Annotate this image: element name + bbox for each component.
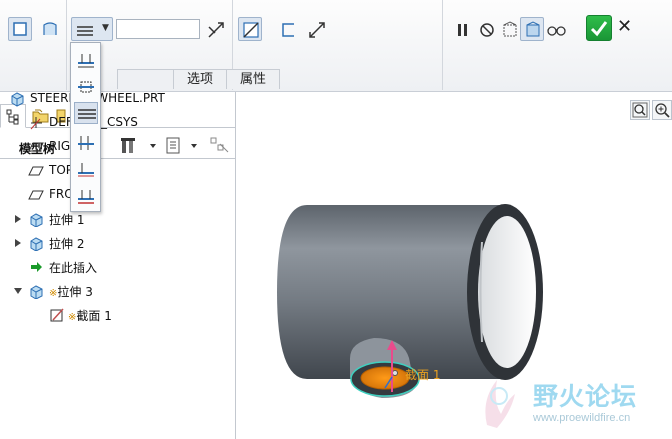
mesh-preview-icon [503, 21, 517, 37]
insert-here-icon [28, 259, 44, 275]
confirm-button[interactable] [586, 15, 612, 41]
dashboard-tabs: 选项 属性 [117, 69, 281, 89]
through-all-icon [78, 109, 96, 119]
thicken-sketch-button[interactable] [276, 17, 300, 41]
extrude-surface-button[interactable] [38, 17, 62, 41]
depth-option-symmetric[interactable] [74, 76, 98, 98]
chevron-down-icon: ▼ [102, 23, 109, 33]
blind-depth-icon [77, 26, 93, 36]
flip-depth-direction-button[interactable] [203, 17, 227, 41]
depth-option-through-all[interactable] [74, 102, 98, 124]
tree-item-text: 拉伸 1 [49, 213, 85, 227]
to-surface-icon [78, 190, 94, 204]
tree-item[interactable]: ※截面 1 [0, 304, 236, 326]
extrude-icon [28, 283, 44, 300]
watermark-text: 野火论坛 [533, 382, 638, 411]
tree-item[interactable]: ※拉伸 3 [0, 280, 236, 302]
depth-option-blind[interactable] [74, 49, 98, 71]
pro-e-window: ▼ ✕ 选项 属性 模型树 RIGHT TOP 拉伸 1 拉伸 2 在此插入 ※… [0, 0, 672, 439]
cancel-icon[interactable]: ✕ [617, 16, 632, 37]
surface-icon [43, 22, 57, 35]
tab-options[interactable]: 选项 [174, 69, 228, 89]
remove-material-icon [243, 22, 259, 38]
verify-preview-button[interactable] [520, 17, 544, 41]
to-next-icon [78, 136, 94, 150]
tree-item[interactable]: 拉伸 2 [0, 232, 236, 254]
cylinder-body [277, 204, 543, 380]
pause-icon [458, 24, 467, 36]
tree-item-label: 拉伸 2 [49, 235, 84, 252]
extrude-icon [28, 235, 44, 252]
no-preview-button[interactable] [474, 17, 498, 41]
csys-icon [28, 115, 44, 131]
flip-material-icon [309, 22, 325, 38]
pause-button[interactable] [450, 17, 474, 41]
sketch-icon [49, 307, 65, 323]
extrude-icon [28, 211, 44, 228]
depth-option-to-surface[interactable] [74, 185, 98, 207]
to-selected-icon [78, 163, 94, 177]
solid-icon [13, 22, 27, 36]
depth-option-selector[interactable]: ▼ [71, 17, 113, 41]
tree-item[interactable]: DEFAULT_CSYS [0, 112, 236, 134]
chevron-down-icon[interactable] [13, 285, 23, 295]
tree-item-label: ※截面 1 [68, 307, 112, 324]
depth-option-to-selected[interactable] [74, 158, 98, 180]
tree-item-text: 截面 1 [76, 309, 112, 323]
checkmark-icon [590, 21, 608, 37]
tab-properties[interactable]: 属性 [227, 69, 281, 89]
glasses-preview-button[interactable] [543, 17, 567, 41]
watermark-url: www.proewildfire.cn [533, 412, 631, 424]
remove-material-button[interactable] [238, 17, 262, 41]
tree-item[interactable]: RIGHT [0, 136, 236, 158]
glasses-icon [547, 26, 566, 36]
no-preview-icon [480, 23, 494, 37]
depth-option-dropdown [70, 42, 101, 212]
chevron-right-icon[interactable] [13, 237, 23, 247]
flip-direction-icon [208, 22, 224, 38]
symmetric-icon [78, 81, 94, 93]
preview-mesh-button[interactable] [497, 17, 521, 41]
tree-item-label: ※拉伸 3 [49, 283, 93, 300]
depth-input[interactable] [116, 19, 200, 39]
extrude-solid-button[interactable] [8, 17, 32, 41]
datum-plane-icon [28, 163, 44, 179]
navigator-panel: 模型树 STEERING_WHEEL.PRTDEFAULT_CSYSRIGHTT… [0, 91, 236, 439]
datum-plane-icon [28, 187, 44, 203]
graphics-window: 截面 1 野火论坛 www.proewildfire.cn [237, 92, 672, 439]
chevron-right-icon[interactable] [13, 213, 23, 223]
tree-item[interactable]: STEERING_WHEEL.PRT [0, 88, 236, 110]
tree-item[interactable]: 在此插入 [0, 256, 236, 278]
tree-item-label: 在此插入 [49, 259, 97, 276]
thicken-icon [282, 23, 294, 37]
part-icon [9, 91, 25, 107]
tree-item[interactable]: FRONT [0, 184, 236, 206]
blind-icon [78, 54, 94, 68]
watermark-logo-icon [485, 380, 515, 428]
tree-item[interactable]: TOP [0, 160, 236, 182]
section-label[interactable]: 截面 1 [405, 366, 440, 383]
depth-option-to-next[interactable] [74, 132, 98, 154]
datum-plane-icon [28, 139, 44, 155]
tree-item-text: 在此插入 [49, 261, 98, 275]
flip-material-side-button[interactable] [304, 17, 328, 41]
tab-placement[interactable] [117, 69, 174, 89]
tree-item-text: 拉伸 2 [49, 237, 85, 251]
verify-preview-icon [526, 21, 540, 37]
tree-item[interactable]: 拉伸 1 [0, 208, 236, 230]
tree-item-label: 拉伸 1 [49, 211, 84, 228]
tree-item-text: 拉伸 3 [57, 285, 93, 299]
